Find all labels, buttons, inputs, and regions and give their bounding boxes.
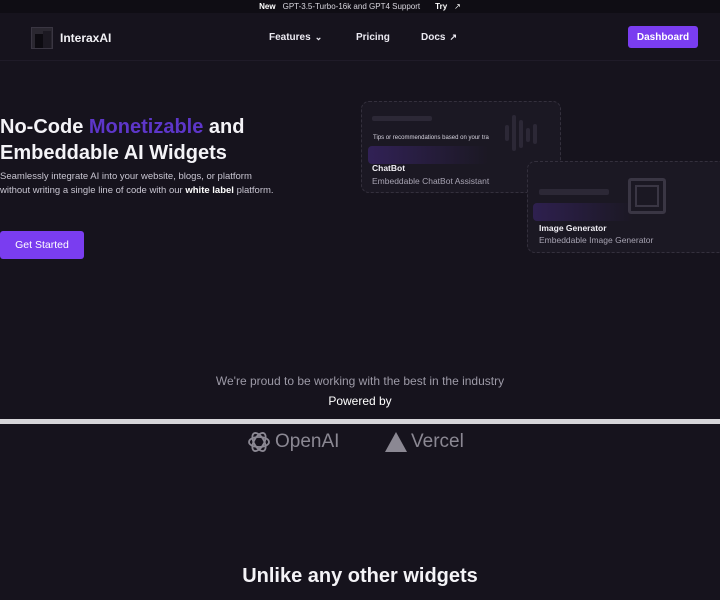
powered-by-label: Powered by: [328, 394, 392, 408]
placeholder-line: [539, 189, 609, 195]
get-started-button[interactable]: Get Started: [0, 231, 84, 259]
chatbot-subtitle: Embeddable ChatBot Assistant: [372, 176, 490, 186]
openai-logo: OpenAI: [246, 428, 339, 456]
hero-title-part2: and: [203, 116, 245, 138]
waveform-bar: [526, 128, 530, 142]
image-generator-subtitle: Embeddable Image Generator: [539, 235, 654, 245]
brand-logo[interactable]: [31, 27, 53, 49]
hero-title-accent: Monetizable: [88, 116, 204, 138]
hero-description: Seamlessly integrate AI into your websit…: [0, 170, 280, 198]
top-nav: InteraxAI Features ⌄ Pricing Docs ↗: [0, 13, 720, 61]
announcement-text: GPT-3.5-Turbo-16k and GPT4 Support: [282, 2, 421, 11]
waveform-bar: [533, 124, 537, 144]
nav-docs-label: Docs: [421, 32, 446, 43]
chat-input-highlight: [368, 146, 488, 164]
image-input-highlight: [533, 203, 633, 221]
announcement-bar: New GPT-3.5-Turbo-16k and GPT4 Support T…: [0, 0, 720, 13]
hero-title-line2: Embeddable AI Widgets: [0, 142, 227, 164]
hero-desc-bold: white label: [185, 185, 234, 196]
hero-desc-part2: platform.: [233, 185, 274, 196]
openai-icon: [248, 432, 270, 452]
vercel-triangle-icon: [385, 432, 407, 452]
chat-prompt-text: Tips or recommendations based on your tr…: [373, 135, 489, 141]
hero-title-part1: No-Code: [0, 116, 89, 138]
waveform-bar: [505, 125, 509, 141]
nav-features[interactable]: Features ⌄: [269, 32, 322, 43]
placeholder-line: [372, 116, 432, 121]
openai-wordmark: OpenAI: [275, 431, 340, 452]
partners-intro: We're proud to be working with the best …: [215, 374, 505, 388]
chatbot-title: ChatBot: [372, 163, 406, 173]
vercel-logo: Vercel: [384, 428, 464, 456]
image-icon: [628, 178, 666, 214]
divider: [0, 419, 720, 424]
image-generator-title: Image Generator: [539, 223, 607, 233]
dashboard-button[interactable]: Dashboard: [628, 26, 698, 48]
chevron-down-icon: ⌄: [314, 32, 323, 42]
external-link-icon: ↗: [449, 32, 457, 42]
arrow-up-right-icon: ↗: [454, 2, 461, 11]
section-heading: Unlike any other widgets: [242, 565, 478, 587]
vercel-wordmark: Vercel: [411, 431, 464, 452]
hero-title: No-Code Monetizable and Embeddable AI Wi…: [0, 114, 244, 166]
nav-pricing[interactable]: Pricing: [356, 32, 390, 43]
waveform-bar: [519, 120, 523, 148]
brand-name[interactable]: InteraxAI: [60, 31, 111, 45]
nav-features-label: Features: [269, 32, 311, 43]
new-badge: New: [259, 2, 276, 11]
nav-docs[interactable]: Docs ↗: [421, 32, 457, 43]
try-link[interactable]: Try: [435, 2, 447, 11]
waveform-bar: [512, 115, 516, 151]
